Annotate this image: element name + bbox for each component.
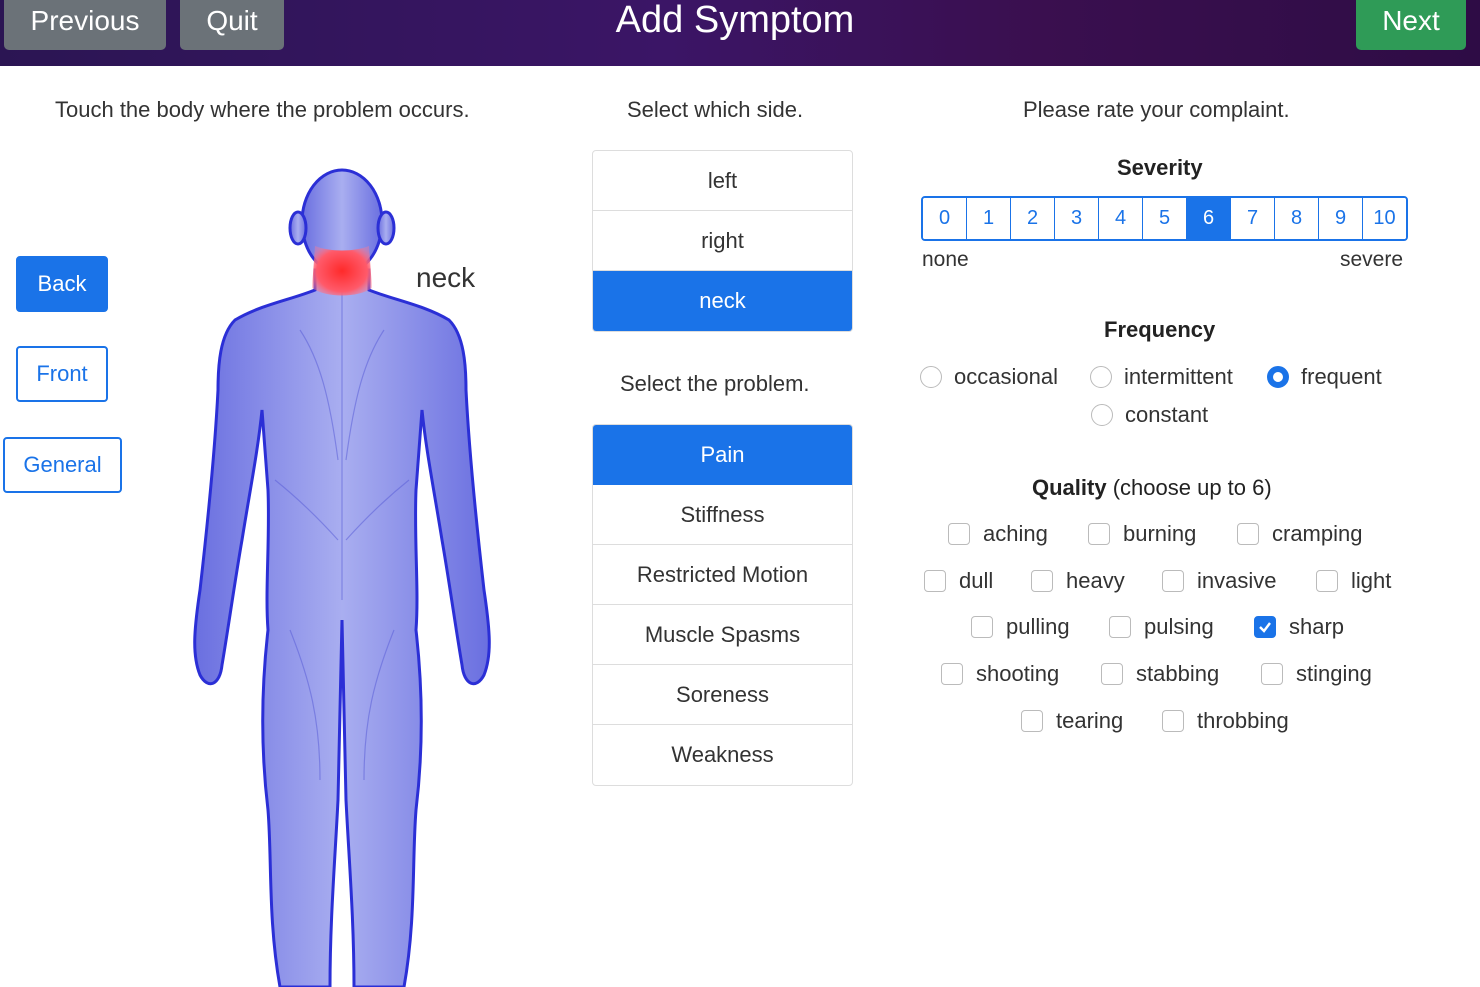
checkbox-icon (1109, 616, 1131, 638)
quality-invasive[interactable]: invasive (1162, 568, 1276, 594)
selected-region-label: neck (416, 262, 476, 293)
checkbox-icon (1101, 663, 1123, 685)
checkbox-icon (1162, 710, 1184, 732)
quality-option-label: shooting (976, 661, 1060, 686)
checkbox-icon (1088, 523, 1110, 545)
page-title: Add Symptom (615, 0, 855, 41)
quality-cramping[interactable]: cramping (1237, 521, 1362, 547)
problem-list: Pain Stiffness Restricted Motion Muscle … (592, 424, 853, 786)
quality-sharp[interactable]: sharp (1254, 614, 1344, 640)
top-bar: Previous Quit Add Symptom Next (0, 0, 1480, 66)
frequency-option-label: frequent (1301, 364, 1382, 389)
checkbox-icon (1021, 710, 1043, 732)
quality-option-label: tearing (1056, 708, 1124, 733)
severity-min-label: none (922, 248, 969, 271)
problem-option-pain[interactable]: Pain (593, 425, 852, 485)
severity-9[interactable]: 9 (1319, 198, 1363, 239)
severity-5[interactable]: 5 (1143, 198, 1187, 239)
severity-4[interactable]: 4 (1099, 198, 1143, 239)
general-view-button[interactable]: General (3, 437, 122, 493)
body-instruction: Touch the body where the problem occurs. (55, 97, 470, 122)
next-button[interactable]: Next (1356, 0, 1466, 50)
quality-option-label: throbbing (1197, 708, 1289, 733)
quality-option-label: dull (959, 568, 994, 593)
side-list: left right neck (592, 150, 853, 332)
checkbox-icon (1162, 570, 1184, 592)
quality-burning[interactable]: burning (1088, 521, 1196, 547)
frequency-option-label: intermittent (1124, 364, 1233, 389)
quality-heavy[interactable]: heavy (1031, 568, 1125, 594)
severity-scale: 0 1 2 3 4 5 6 7 8 9 10 (921, 196, 1408, 241)
frequency-intermittent[interactable]: intermittent (1090, 364, 1233, 390)
quality-pulsing[interactable]: pulsing (1109, 614, 1214, 640)
severity-1[interactable]: 1 (967, 198, 1011, 239)
frequency-option-label: occasional (954, 364, 1058, 389)
checkbox-icon (971, 616, 993, 638)
side-option-right[interactable]: right (593, 211, 852, 271)
frequency-constant[interactable]: constant (1091, 402, 1208, 428)
problem-option-muscle-spasms[interactable]: Muscle Spasms (593, 605, 852, 665)
quality-option-label: pulling (1006, 614, 1070, 639)
problem-option-weakness[interactable]: Weakness (593, 725, 852, 785)
front-view-button[interactable]: Front (16, 346, 108, 402)
severity-8[interactable]: 8 (1275, 198, 1319, 239)
quality-option-label: light (1351, 568, 1392, 593)
problem-option-soreness[interactable]: Soreness (593, 665, 852, 725)
quality-option-label: burning (1123, 521, 1197, 546)
frequency-occasional[interactable]: occasional (920, 364, 1058, 390)
severity-7[interactable]: 7 (1231, 198, 1275, 239)
checkbox-icon (1237, 523, 1259, 545)
severity-10[interactable]: 10 (1363, 198, 1406, 239)
quality-option-label: stinging (1296, 661, 1372, 686)
quality-option-label: pulsing (1144, 614, 1214, 639)
checkbox-icon (924, 570, 946, 592)
neck-highlight[interactable] (312, 246, 372, 296)
back-view-button[interactable]: Back (16, 256, 108, 312)
radio-selected-icon (1267, 366, 1289, 388)
quality-option-label: invasive (1197, 568, 1277, 593)
severity-0[interactable]: 0 (923, 198, 967, 239)
checkbox-icon (1316, 570, 1338, 592)
severity-title: Severity (1117, 155, 1203, 180)
quality-aching[interactable]: aching (948, 521, 1048, 547)
quality-option-label: stabbing (1136, 661, 1220, 686)
checkbox-icon (941, 663, 963, 685)
quality-stabbing[interactable]: stabbing (1101, 661, 1219, 687)
rating-instruction: Please rate your complaint. (1023, 97, 1290, 122)
problem-instruction: Select the problem. (620, 371, 810, 396)
checkbox-checked-icon (1254, 616, 1276, 638)
problem-option-restricted-motion[interactable]: Restricted Motion (593, 545, 852, 605)
quality-title-text: Quality (1032, 475, 1107, 500)
quality-option-label: sharp (1289, 614, 1345, 639)
frequency-title: Frequency (1104, 317, 1216, 342)
radio-icon (1091, 404, 1113, 426)
severity-6[interactable]: 6 (1187, 198, 1231, 239)
quality-title: Quality (choose up to 6) (1032, 475, 1272, 501)
checkbox-icon (1031, 570, 1053, 592)
quality-option-label: heavy (1066, 568, 1125, 593)
quality-tearing[interactable]: tearing (1021, 708, 1123, 734)
severity-2[interactable]: 2 (1011, 198, 1055, 239)
quality-shooting[interactable]: shooting (941, 661, 1059, 687)
quality-light[interactable]: light (1316, 568, 1391, 594)
quality-option-label: cramping (1272, 521, 1363, 546)
problem-option-stiffness[interactable]: Stiffness (593, 485, 852, 545)
quality-stinging[interactable]: stinging (1261, 661, 1372, 687)
quality-pulling[interactable]: pulling (971, 614, 1070, 640)
checkbox-icon (1261, 663, 1283, 685)
radio-icon (920, 366, 942, 388)
severity-3[interactable]: 3 (1055, 198, 1099, 239)
quality-dull[interactable]: dull (924, 568, 993, 594)
quality-option-label: aching (983, 521, 1048, 546)
side-option-neck[interactable]: neck (593, 271, 852, 331)
side-instruction: Select which side. (627, 97, 804, 122)
frequency-option-label: constant (1125, 402, 1209, 427)
side-option-left[interactable]: left (593, 151, 852, 211)
quality-subtitle: (choose up to 6) (1112, 475, 1272, 500)
frequency-frequent[interactable]: frequent (1267, 364, 1382, 390)
radio-icon (1090, 366, 1112, 388)
severity-max-label: severe (1340, 248, 1404, 271)
quality-throbbing[interactable]: throbbing (1162, 708, 1289, 734)
checkbox-icon (948, 523, 970, 545)
